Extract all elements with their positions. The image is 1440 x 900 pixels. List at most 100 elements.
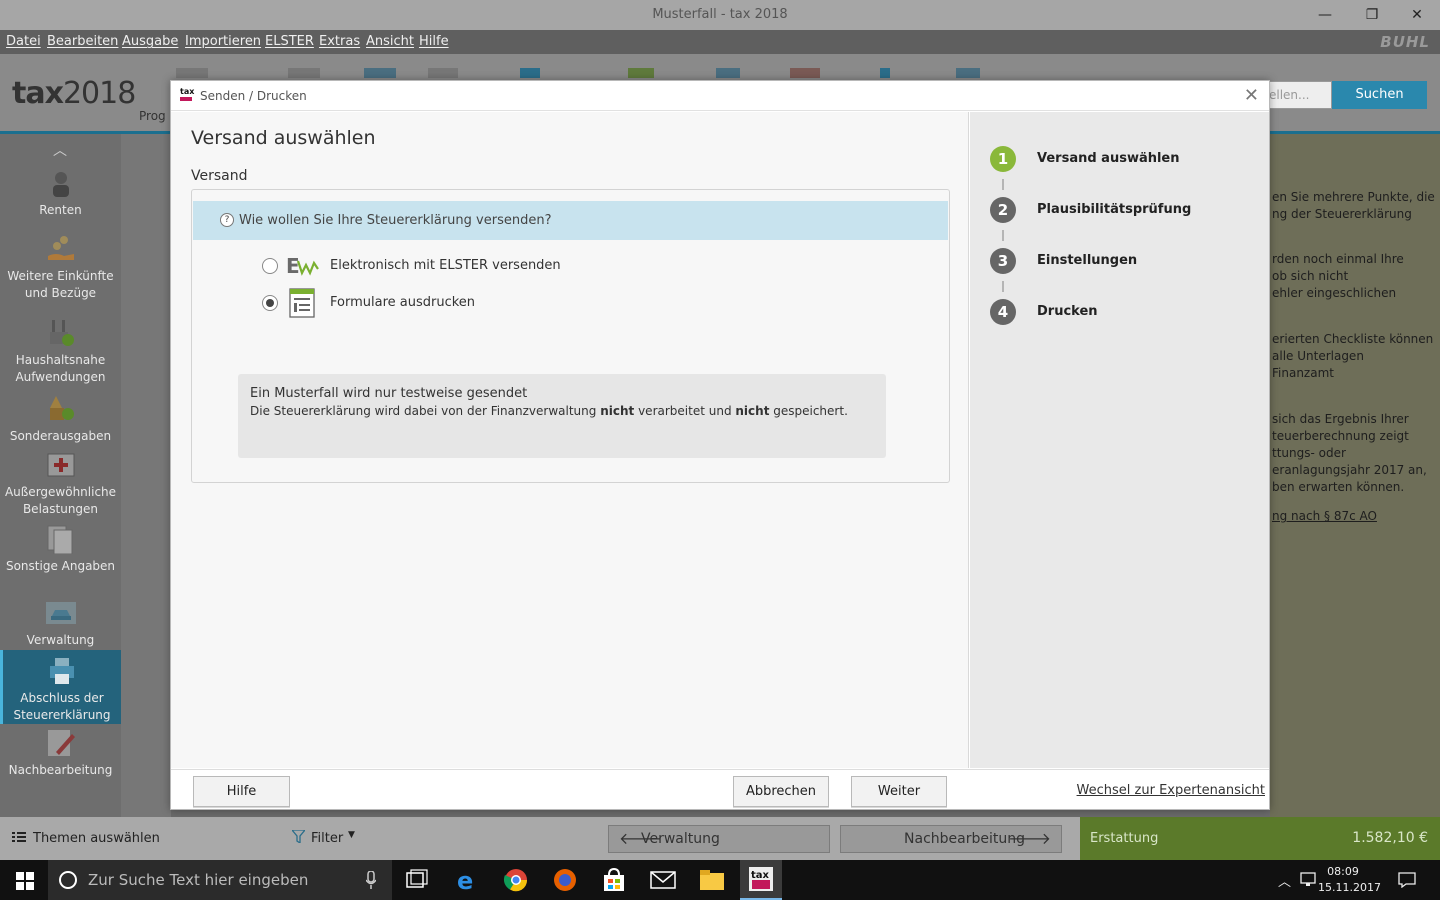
sidebar-item-aussergewoehnliche[interactable]: Außergewöhnliche Belastungen: [0, 450, 121, 518]
sidebar-item-haushaltsnahe[interactable]: Haushaltsnahe Aufwendungen: [0, 318, 121, 386]
themen-auswaehlen-button[interactable]: Themen auswählen: [33, 831, 160, 846]
car-icon: [45, 602, 76, 624]
first-aid-icon: [47, 453, 74, 477]
buhl-logo: BUHL: [1380, 33, 1430, 51]
chevron-up-icon[interactable]: ︿: [1278, 871, 1291, 890]
info-text: erierten Checkliste können: [1272, 332, 1434, 346]
musterfall-info-box: Ein Musterfall wird nur testweise gesend…: [238, 374, 886, 458]
help-button[interactable]: Hilfe: [193, 776, 290, 807]
minimize-button[interactable]: —: [1302, 0, 1348, 30]
step-connector: [1002, 179, 1004, 190]
info-text: ob sich nicht: [1272, 269, 1349, 283]
firefox-icon[interactable]: [552, 868, 578, 892]
sidebar-item-verwaltung[interactable]: Verwaltung: [0, 598, 121, 649]
menu-bearbeiten[interactable]: Bearbeiten: [47, 34, 118, 49]
menu-importieren[interactable]: Importieren: [185, 34, 261, 49]
senden-drucken-dialog: tax Senden / Drucken ✕ Versand auswählen…: [170, 80, 1270, 810]
info-text: ng der Steuererklärung: [1272, 207, 1412, 221]
sidebar-item-label: Haushaltsnahe Aufwendungen: [15, 353, 106, 384]
info-text: ehler eingeschlichen: [1272, 286, 1397, 300]
info-text: eranlagungsjahr 2017 an,: [1272, 463, 1427, 477]
wizard-steps: 1 Versand auswählen 2 Plausibilitätsprüf…: [970, 112, 1269, 768]
subtopics-column: [121, 134, 171, 817]
cancel-button[interactable]: Abbrechen: [733, 776, 829, 807]
person-icon: [52, 172, 69, 197]
mail-icon[interactable]: [650, 868, 676, 892]
microphone-icon[interactable]: [366, 871, 376, 889]
task-view-icon[interactable]: [404, 868, 430, 892]
dialog-footer: Hilfe Abbrechen Weiter Wechsel zur Exper…: [171, 769, 1269, 809]
menu-hilfe[interactable]: Hilfe: [419, 34, 449, 49]
window-title: Musterfall - tax 2018: [652, 7, 788, 22]
step-number: 3: [990, 248, 1016, 274]
tax-logo: tax2018: [12, 76, 136, 111]
taskbar-tax-app[interactable]: tax: [740, 860, 782, 900]
cortana-icon: [59, 871, 77, 889]
option-label: Formulare ausdrucken: [330, 295, 476, 310]
search-input[interactable]: ellen...: [1262, 81, 1332, 109]
step-connector: [1002, 281, 1004, 292]
toolbar-icons: [176, 68, 980, 78]
radio-elster[interactable]: [262, 258, 278, 274]
help-question-icon[interactable]: ?: [220, 213, 234, 227]
erstattung-panel[interactable]: Erstattung 1.582,10 €: [1080, 817, 1440, 860]
step-number: 2: [990, 197, 1016, 223]
tax-app-icon: tax: [749, 867, 773, 891]
info-text: ttungs- oder: [1272, 446, 1346, 460]
svg-text:e: e: [457, 868, 473, 892]
question-text: Wie wollen Sie Ihre Steuererklärung vers…: [239, 213, 552, 228]
prev-topic-button[interactable]: 🡐 Verwaltung: [608, 825, 830, 853]
sidebar-item-label: Sonstige Angaben: [5, 559, 116, 573]
network-icon[interactable]: [1300, 872, 1318, 888]
menu-ausgabe[interactable]: Ausgabe: [122, 34, 178, 49]
clock-date: 15.11.2017: [1318, 881, 1381, 894]
next-button[interactable]: Weiter: [851, 776, 947, 807]
printer-icon: [50, 658, 74, 684]
info-text: rden noch einmal Ihre: [1272, 252, 1404, 266]
scroll-up-icon[interactable]: ︿: [53, 140, 67, 160]
menu-extras[interactable]: Extras: [319, 34, 360, 49]
erstattung-value: 1.582,10 €: [1352, 830, 1428, 846]
radio-ausdrucken[interactable]: [262, 295, 278, 311]
info-text: Finanzamt: [1272, 366, 1334, 380]
sidebar-item-sonderausgaben[interactable]: Sonderausgaben: [0, 394, 121, 445]
windows-start-icon[interactable]: [16, 872, 34, 890]
filter-icon: [290, 829, 307, 847]
sidebar-item-renten[interactable]: Renten: [0, 168, 121, 219]
search-button[interactable]: Suchen: [1332, 81, 1427, 109]
sidebar-item-sonstige[interactable]: Sonstige Angaben: [0, 524, 121, 575]
menu-ansicht[interactable]: Ansicht: [366, 34, 414, 49]
elster-icon: E: [286, 254, 319, 278]
menu-datei[interactable]: Datei: [6, 34, 41, 49]
sidebar-item-label: Sonderausgaben: [9, 429, 112, 443]
taskbar-search[interactable]: Zur Suche Text hier eingeben: [48, 860, 392, 900]
sidebar-item-abschluss[interactable]: Abschluss der Steuererklärung: [0, 650, 121, 724]
step-label: Drucken: [1037, 304, 1098, 319]
sidebar-item-weitere-einkuenfte[interactable]: Weitere Einkünfte und Bezüge: [0, 234, 121, 302]
store-icon[interactable]: [601, 868, 627, 892]
step-number: 4: [990, 299, 1016, 325]
window-close-button[interactable]: ✕: [1394, 0, 1440, 30]
sidebar-item-nachbearbeitung[interactable]: Nachbearbeitung: [0, 728, 121, 779]
menu-elster[interactable]: ELSTER: [265, 34, 314, 49]
info-panel: en Sie mehrere Punkte, die ng der Steuer…: [1270, 134, 1440, 817]
file-explorer-icon[interactable]: [699, 868, 725, 892]
edge-icon[interactable]: e: [455, 868, 481, 892]
next-topic-button[interactable]: Nachbearbeitung 🡒: [840, 825, 1062, 853]
info-link[interactable]: ng nach § 87c AO: [1272, 508, 1377, 525]
page-title: Versand auswählen: [191, 127, 376, 149]
filter-button[interactable]: Filter: [311, 831, 343, 846]
toolbar-label-program[interactable]: Prog: [139, 109, 166, 123]
maximize-button[interactable]: ❐: [1349, 0, 1395, 30]
step-label: Plausibilitätsprüfung: [1037, 202, 1192, 217]
svg-text:tax: tax: [751, 870, 770, 881]
info-title: Ein Musterfall wird nur testweise gesend…: [250, 386, 528, 401]
taskbar-clock[interactable]: 08:09 15.11.2017: [1318, 864, 1381, 896]
notifications-icon[interactable]: [1398, 872, 1416, 888]
expert-view-link[interactable]: Wechsel zur Expertenansicht: [1077, 783, 1265, 798]
arrow-right-icon: 🡒: [1008, 829, 1051, 848]
windows-taskbar: Zur Suche Text hier eingeben e tax ︿ 08:…: [0, 860, 1440, 900]
chrome-icon[interactable]: [503, 868, 529, 892]
dialog-close-icon[interactable]: ✕: [1244, 85, 1259, 106]
dialog-titlebar: tax Senden / Drucken ✕: [171, 81, 1269, 111]
